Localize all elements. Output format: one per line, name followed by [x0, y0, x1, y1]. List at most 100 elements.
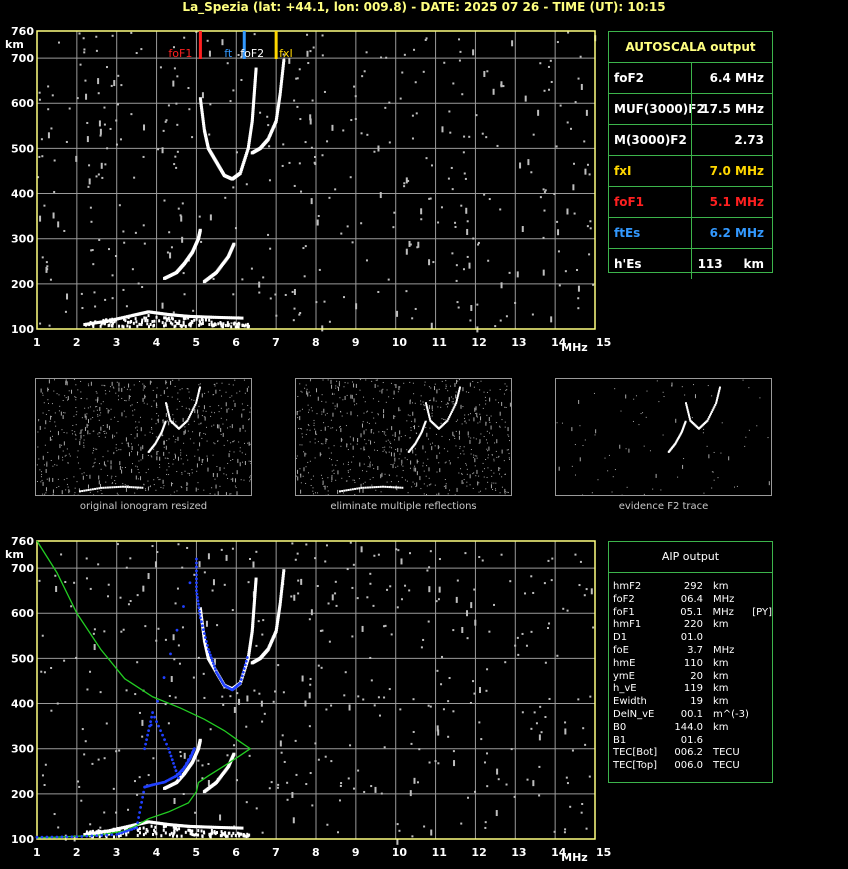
- thumb-noise: [476, 457, 478, 459]
- trace-point: [108, 323, 111, 327]
- thumb-noise: [361, 423, 363, 428]
- aip-trace-point: [202, 628, 205, 632]
- noise-dot: [172, 80, 175, 87]
- thumb-noise: [409, 467, 411, 469]
- thumb-noise: [330, 419, 332, 421]
- thumb-trace: [188, 416, 191, 419]
- noise-dot: [500, 282, 503, 289]
- noise-dot: [112, 787, 115, 790]
- noise-dot: [173, 658, 176, 661]
- noise-dot: [39, 215, 42, 222]
- thumb-noise: [371, 411, 373, 413]
- autoscala-value: 2.73: [691, 125, 772, 155]
- thumb-noise: [353, 383, 355, 388]
- thumb-noise: [83, 439, 85, 441]
- thumb-noise: [508, 452, 510, 454]
- thumb-noise: [473, 454, 475, 456]
- noise-dot: [294, 558, 297, 561]
- thumb-trace: [339, 490, 341, 493]
- noise-dot: [176, 123, 179, 126]
- thumb-noise: [368, 455, 370, 457]
- thumb-noise: [759, 397, 761, 399]
- thumb-trace: [447, 417, 450, 420]
- trace-point: [155, 315, 158, 319]
- thumb-noise: [607, 470, 609, 472]
- thumb-noise: [390, 443, 392, 445]
- aip-trace-point: [161, 733, 164, 737]
- thumb-noise: [662, 391, 664, 393]
- noise-dot: [437, 221, 440, 224]
- trace-point: [111, 317, 114, 321]
- thumb-noise: [439, 452, 441, 454]
- thumb-noise: [412, 449, 414, 454]
- trace-point: [278, 600, 282, 604]
- aip-trace-point: [181, 769, 184, 773]
- trace-point: [142, 826, 145, 830]
- aip-trace-point: [195, 565, 198, 569]
- thumb-noise: [366, 470, 368, 472]
- thumb-noise: [223, 467, 225, 469]
- noise-dot: [245, 183, 248, 186]
- noise-dot: [521, 711, 524, 714]
- noise-dot: [396, 606, 399, 609]
- thumb-noise: [497, 402, 499, 404]
- trace-point: [198, 738, 202, 742]
- thumb-noise: [448, 460, 450, 462]
- x-tick-label: 6: [232, 846, 240, 859]
- thumb-noise: [186, 486, 188, 491]
- noise-dot: [267, 233, 270, 236]
- thumb-noise: [409, 437, 411, 439]
- noise-dot: [221, 39, 224, 46]
- thumb-noise: [218, 411, 220, 413]
- thumb-trace: [455, 402, 458, 405]
- thumb-noise: [230, 478, 232, 480]
- thumb-noise: [503, 460, 505, 462]
- thumb-noise: [136, 402, 138, 404]
- noise-dot: [187, 87, 190, 90]
- thumb-noise: [311, 410, 313, 412]
- aip-name: B1: [613, 734, 627, 746]
- thumb-noise: [107, 409, 109, 414]
- thumb-noise: [87, 484, 89, 489]
- thumb-noise: [126, 484, 128, 486]
- noise-dot: [363, 70, 366, 73]
- thumb-noise: [82, 475, 84, 480]
- thumb-noise: [220, 417, 222, 419]
- noise-dot: [553, 193, 556, 196]
- thumb-noise: [457, 419, 459, 421]
- thumb-noise: [409, 399, 411, 401]
- noise-dot: [437, 598, 440, 601]
- thumb-noise: [501, 486, 503, 488]
- thumb-noise: [104, 432, 106, 434]
- thumb-noise: [652, 488, 654, 490]
- thumb-noise: [117, 395, 119, 397]
- caption-eliminate: eliminate multiple reflections: [330, 501, 477, 512]
- thumb-noise: [425, 475, 427, 477]
- caption-original: original ionogram resized: [79, 501, 208, 512]
- thumb-noise: [399, 453, 401, 455]
- noise-dot: [131, 268, 134, 271]
- thumb-noise: [300, 390, 302, 392]
- noise-dot: [107, 583, 110, 586]
- thumb-noise: [409, 415, 411, 417]
- thumb-trace: [197, 391, 200, 394]
- thumb-noise: [404, 479, 406, 481]
- noise-dot: [365, 259, 368, 262]
- thumb-noise: [233, 400, 235, 402]
- thumb-noise: [172, 435, 174, 437]
- thumb-noise: [487, 450, 489, 452]
- thumb-noise: [163, 485, 165, 487]
- thumb-noise: [47, 451, 49, 453]
- thumb-noise: [470, 437, 472, 439]
- noise-dot: [306, 50, 309, 57]
- thumb-trace: [375, 486, 378, 489]
- thumb-noise: [499, 492, 501, 494]
- thumb-noise: [231, 409, 233, 411]
- thumb-trace: [117, 485, 120, 488]
- y-tick-label: 200: [11, 788, 34, 801]
- thumb-noise: [455, 430, 457, 432]
- thumb-noise: [168, 452, 170, 454]
- aip-trace-point: [177, 776, 180, 780]
- trace-point: [243, 833, 246, 837]
- noise-dot: [136, 594, 139, 597]
